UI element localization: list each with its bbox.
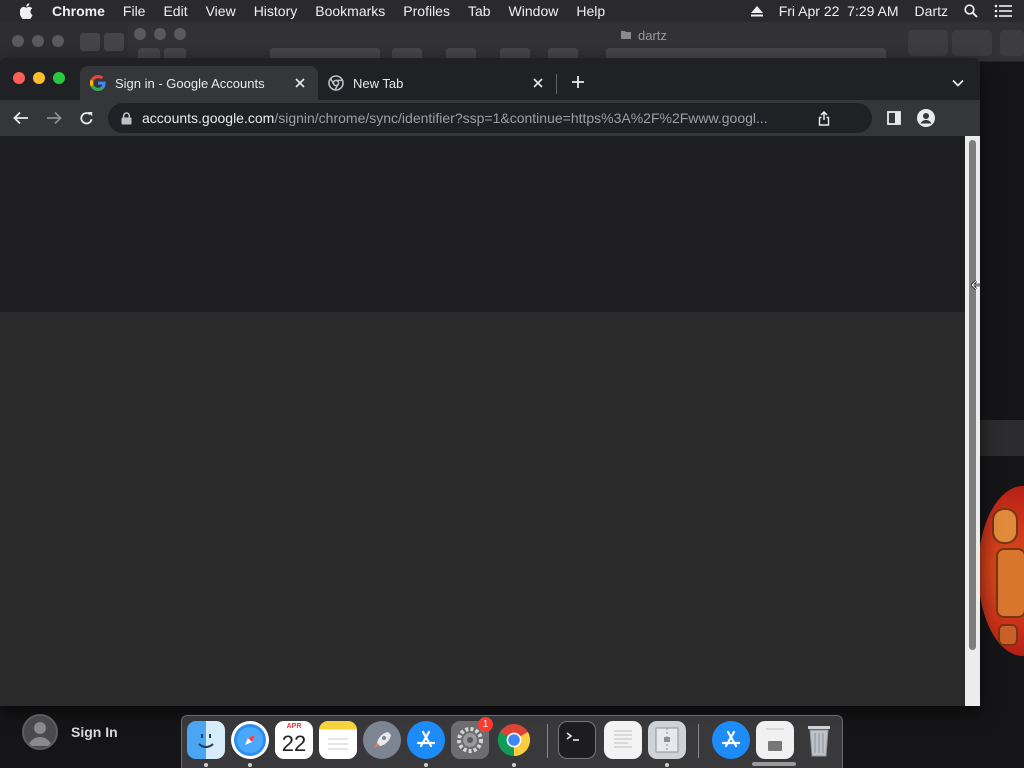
archive-utility-icon[interactable] [648,721,686,759]
menu-view[interactable]: View [206,3,236,19]
bg2-zoom-button[interactable] [174,28,186,40]
bg2-minimize-button[interactable] [154,28,166,40]
bg-add-button[interactable] [1000,30,1024,56]
safari-icon[interactable] [231,721,269,759]
dock-divider [698,724,699,758]
background-window-left [0,22,128,62]
tab-new-tab[interactable]: New Tab [318,66,556,100]
tab-search-chevron-down-icon[interactable] [948,73,968,93]
lock-icon[interactable] [118,110,134,126]
menu-history[interactable]: History [254,3,298,19]
menubar-user[interactable]: Dartz [915,3,948,19]
menubar-datetime[interactable]: Fri Apr 22 7:29 AM [779,3,899,19]
bg-forward-button[interactable] [104,33,124,51]
address-bar[interactable]: accounts.google.com/signin/chrome/sync/i… [108,103,872,133]
bg-zoom-button[interactable] [52,35,64,47]
scrollbar-thumb[interactable] [969,140,976,650]
dock: APR 22 1 [181,715,843,768]
tab-strip: Sign in - Google Accounts New Tab [0,58,980,100]
chrome-window: Sign in - Google Accounts New Tab accoun… [0,58,980,706]
url-text[interactable]: accounts.google.com/signin/chrome/sync/i… [142,110,802,126]
resize-cursor-icon [970,278,980,290]
notes-icon[interactable] [319,721,357,759]
calendar-month: APR [286,723,302,730]
downloads-stack-icon[interactable] [712,721,750,759]
calendar-icon[interactable]: APR 22 [275,721,313,759]
bg-minimize-button[interactable] [32,35,44,47]
notification-badge: 1 [478,717,493,732]
dock-divider [547,724,548,758]
tab-title: New Tab [353,75,404,91]
desktop-window-strip [980,420,1024,456]
url-host: accounts.google.com [142,110,275,126]
desktop-wallpaper-art [978,486,1024,656]
page-content[interactable] [0,136,965,706]
menu-edit[interactable]: Edit [163,3,187,19]
running-indicator [424,763,428,767]
menu-tab[interactable]: Tab [468,3,491,19]
background-finder-window: dartz [128,22,1024,62]
running-indicator [665,763,669,767]
menu-profiles[interactable]: Profiles [403,3,450,19]
launchpad-icon[interactable] [363,721,401,759]
browser-toolbar: accounts.google.com/signin/chrome/sync/i… [0,100,980,136]
menu-bar: Chrome File Edit View History Bookmarks … [0,0,1024,22]
app-store-icon[interactable] [407,721,445,759]
folder-icon [620,28,632,43]
bg-window-title-text: dartz [638,28,667,43]
new-tab-button[interactable] [568,72,588,92]
menu-app-name[interactable]: Chrome [52,3,105,19]
chrome-icon [328,75,344,91]
close-icon[interactable] [290,73,310,93]
textedit-icon[interactable] [604,721,642,759]
user-avatar-icon[interactable] [22,714,58,750]
eject-icon[interactable] [750,5,763,17]
reload-icon[interactable] [74,106,98,130]
bg-close-button[interactable] [12,35,24,47]
side-panel-icon[interactable] [882,106,906,130]
page-header-band [0,136,965,312]
bg-share-button[interactable] [908,30,948,56]
trash-icon[interactable] [800,721,838,759]
sign-in-label[interactable]: Sign In [71,724,118,740]
terminal-icon[interactable] [558,721,596,759]
running-indicator [248,763,252,767]
dock-scroll-indicator [752,762,796,766]
bg2-close-button[interactable] [134,28,146,40]
url-path: /signin/chrome/sync/identifier?ssp=1&con… [274,110,768,126]
forward-arrow-icon[interactable] [42,106,66,130]
menu-bookmarks[interactable]: Bookmarks [315,3,385,19]
profile-avatar-icon[interactable] [914,106,938,130]
sign-in-user[interactable]: Sign In [22,714,118,750]
document-stack-icon[interactable] [756,721,794,759]
bg-tabs-button[interactable] [952,30,992,56]
running-indicator [512,763,516,767]
tab-separator [556,74,557,94]
menu-help[interactable]: Help [576,3,605,19]
share-icon[interactable] [816,110,832,126]
back-arrow-icon[interactable] [9,106,33,130]
calendar-day: 22 [281,731,307,756]
google-g-icon [90,75,106,91]
finder-icon[interactable] [187,721,225,759]
running-indicator [204,763,208,767]
apple-icon[interactable] [18,2,36,20]
control-center-icon[interactable] [994,4,1012,18]
system-preferences-icon[interactable]: 1 [451,717,493,759]
window-close-button[interactable] [13,72,25,84]
bg-back-button[interactable] [80,33,100,51]
close-icon[interactable] [528,73,548,93]
tab-sign-in-google-accounts[interactable]: Sign in - Google Accounts [80,66,318,100]
spotlight-search-icon[interactable] [964,4,978,18]
window-minimize-button[interactable] [33,72,45,84]
menu-window[interactable]: Window [509,3,559,19]
google-chrome-icon[interactable] [495,721,533,759]
tab-title: Sign in - Google Accounts [115,75,265,91]
window-zoom-button[interactable] [53,72,65,84]
bg-window-title: dartz [620,28,667,43]
menu-file[interactable]: File [123,3,146,19]
